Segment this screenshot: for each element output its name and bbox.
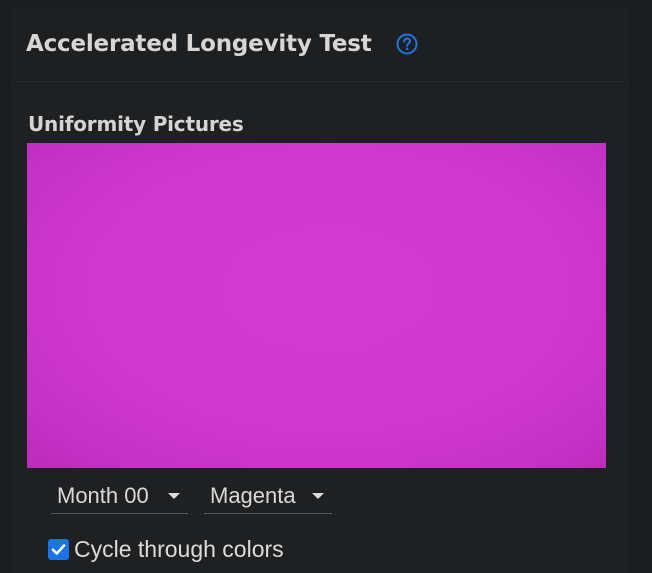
chevron-down-icon <box>168 493 180 499</box>
color-select[interactable]: Magenta <box>204 479 332 514</box>
page: Accelerated Longevity Test Uniformity Pi… <box>0 0 652 573</box>
chevron-down-icon <box>312 493 324 499</box>
panel-title: Accelerated Longevity Test <box>26 31 372 57</box>
panel-header: Accelerated Longevity Test <box>11 9 629 82</box>
cycle-colors-label: Cycle through colors <box>74 536 284 562</box>
question-circle-icon[interactable] <box>396 33 418 55</box>
checkmark-icon <box>51 544 66 555</box>
accelerated-longevity-panel: Accelerated Longevity Test Uniformity Pi… <box>11 9 629 573</box>
month-select-value: Month 00 <box>57 483 149 508</box>
month-select[interactable]: Month 00 <box>51 479 188 514</box>
color-select-value: Magenta <box>210 483 296 508</box>
uniformity-picture <box>27 143 606 468</box>
uniformity-pictures-label: Uniformity Pictures <box>28 112 244 136</box>
cycle-colors-checkbox[interactable] <box>48 539 69 560</box>
